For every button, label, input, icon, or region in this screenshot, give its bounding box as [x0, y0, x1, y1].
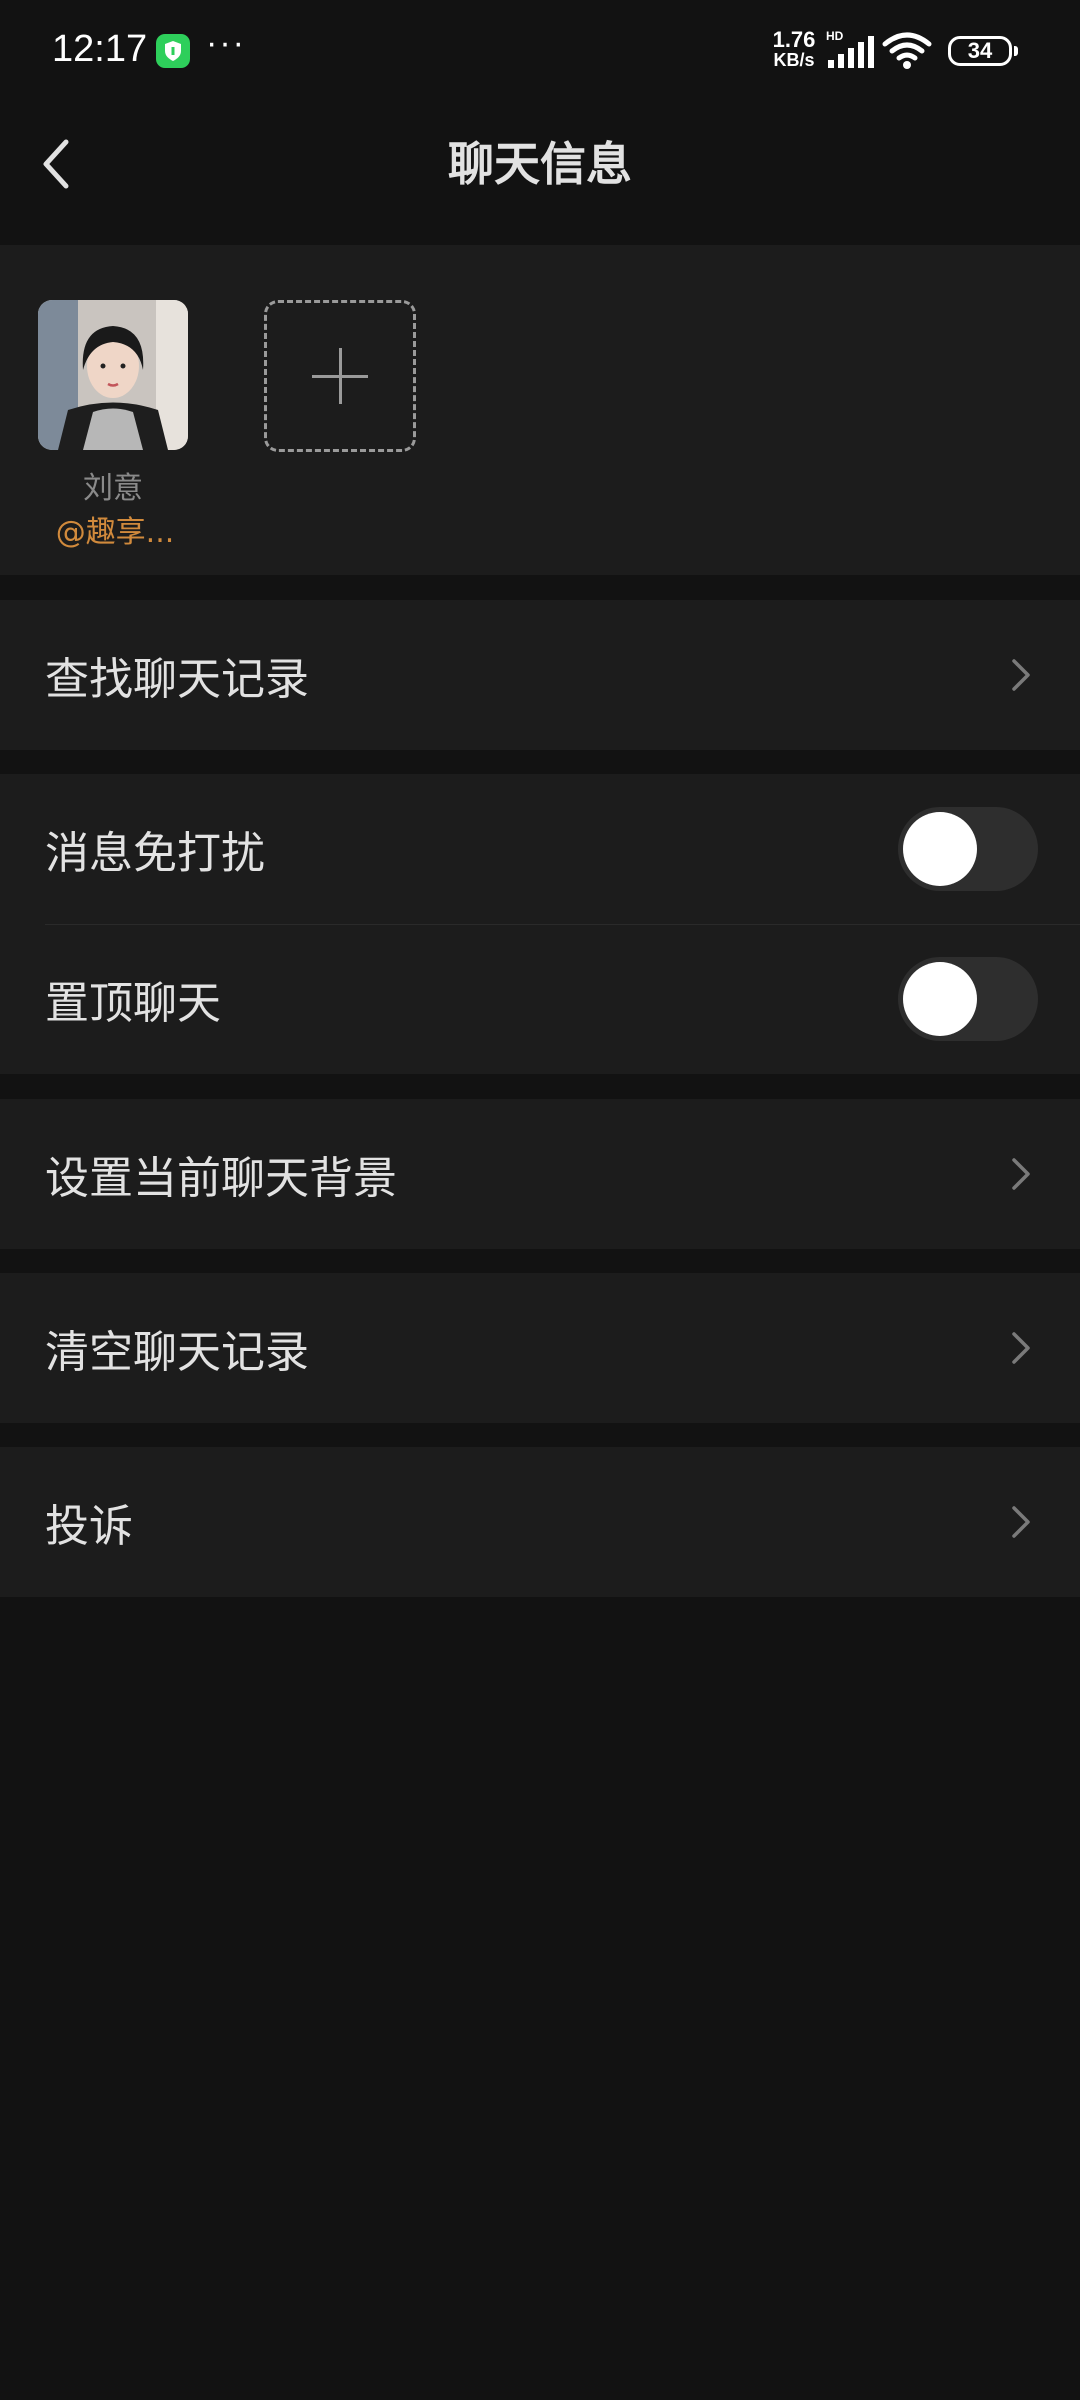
pin-row: 置顶聊天 — [0, 924, 1080, 1074]
plus-icon-vertical — [339, 348, 342, 404]
mute-label: 消息免打扰 — [45, 828, 265, 879]
divider — [45, 924, 1080, 925]
page-title: 聊天信息 — [448, 137, 632, 191]
wifi-icon — [882, 30, 932, 74]
mute-row: 消息免打扰 — [0, 774, 1080, 924]
toggle-knob — [903, 962, 977, 1036]
status-bar: 12:17 ··· 1.76 KB/s HD 34 — [0, 0, 1080, 100]
member-name: 刘意 — [83, 471, 143, 506]
add-member-button[interactable] — [264, 300, 416, 452]
members-section: 刘意 @趣享... — [0, 245, 1080, 575]
member-avatar[interactable] — [38, 300, 188, 450]
report-label: 投诉 — [45, 1501, 133, 1552]
search-history-label: 查找聊天记录 — [45, 654, 309, 705]
set-background-row[interactable]: 设置当前聊天背景 — [0, 1099, 1080, 1249]
pin-toggle[interactable] — [898, 957, 1038, 1041]
shield-icon — [156, 34, 190, 68]
report-row[interactable]: 投诉 — [0, 1447, 1080, 1597]
net-speed-unit: KB/s — [773, 50, 815, 70]
net-speed: 1.76 KB/s — [764, 27, 824, 71]
chevron-right-icon — [1012, 1158, 1030, 1190]
net-speed-value: 1.76 — [772, 27, 816, 52]
clear-history-row[interactable]: 清空聊天记录 — [0, 1273, 1080, 1423]
mute-toggle[interactable] — [898, 807, 1038, 891]
set-background-label: 设置当前聊天背景 — [45, 1153, 397, 1204]
chevron-right-icon — [1012, 659, 1030, 691]
chevron-right-icon — [1012, 1506, 1030, 1538]
pin-label: 置顶聊天 — [45, 978, 221, 1029]
clear-history-label: 清空聊天记录 — [45, 1327, 309, 1378]
search-history-row[interactable]: 查找聊天记录 — [0, 600, 1080, 750]
toggle-knob — [903, 812, 977, 886]
chevron-right-icon — [1012, 1332, 1030, 1364]
signal-icon: HD — [826, 29, 876, 74]
member-tag: @趣享... — [55, 515, 175, 550]
avatar-image — [38, 300, 188, 450]
header: 聊天信息 — [0, 100, 1080, 245]
battery-icon: 34 — [948, 36, 1018, 66]
network-type-label: HD — [826, 30, 844, 43]
status-time: 12:17 — [52, 28, 148, 70]
more-notifications-icon: ··· — [206, 24, 246, 62]
